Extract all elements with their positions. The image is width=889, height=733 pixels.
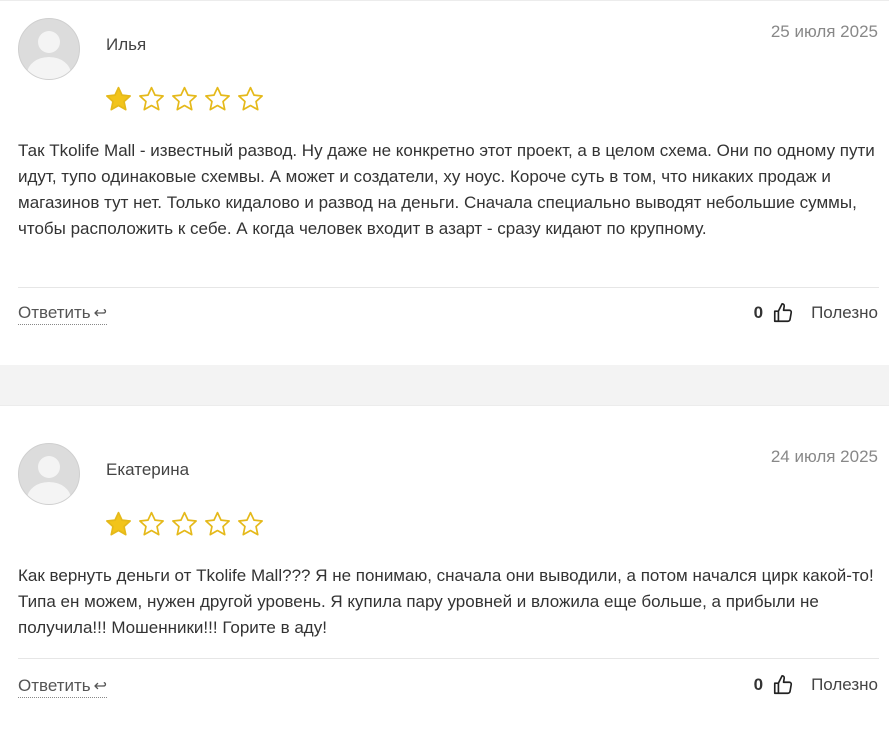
rating-stars xyxy=(104,510,265,539)
reply-label: Ответить xyxy=(18,303,91,322)
useful-label: Полезно xyxy=(811,303,878,322)
star-filled-icon xyxy=(106,511,131,536)
star-empty-icon xyxy=(205,86,230,111)
star-empty-icon xyxy=(205,511,230,536)
review-author: Екатерина xyxy=(106,460,190,479)
review-text: Так Tkolife Mall - известный развод. Ну … xyxy=(18,141,875,238)
like-count: 0 xyxy=(753,303,764,322)
avatar xyxy=(18,18,80,80)
like-count: 0 xyxy=(753,675,764,694)
review-date: 25 июля 2025 xyxy=(770,22,878,41)
star-empty-icon xyxy=(139,511,164,536)
thumbs-up-icon[interactable] xyxy=(772,674,794,696)
useful-votes: 0 Полезно xyxy=(754,302,878,324)
review-date: 24 июля 2025 xyxy=(770,447,878,466)
reply-button[interactable]: Ответить ↩ xyxy=(18,676,108,698)
reply-arrow-icon: ↩ xyxy=(93,305,108,322)
star-empty-icon xyxy=(238,86,263,111)
review-author: Илья xyxy=(106,35,147,54)
review-card: Екатерина 24 июля 2025 Как вернуть деньг… xyxy=(0,405,889,733)
star-filled-icon xyxy=(106,86,131,111)
star-empty-icon xyxy=(139,86,164,111)
reply-label: Ответить xyxy=(18,676,91,695)
divider xyxy=(18,287,879,288)
rating-stars xyxy=(104,85,265,114)
review-card: Илья 25 июля 2025 Так Tkolife Mall - изв… xyxy=(0,0,889,365)
star-empty-icon xyxy=(172,511,197,536)
useful-label: Полезно xyxy=(811,675,878,694)
useful-votes: 0 Полезно xyxy=(754,674,878,696)
review-text: Как вернуть деньги от Tkolife Mall??? Я … xyxy=(18,566,874,637)
star-empty-icon xyxy=(172,86,197,111)
reply-arrow-icon: ↩ xyxy=(93,678,108,695)
divider xyxy=(18,658,879,659)
star-empty-icon xyxy=(238,511,263,536)
thumbs-up-icon[interactable] xyxy=(772,302,794,324)
reply-button[interactable]: Ответить ↩ xyxy=(18,303,108,325)
avatar xyxy=(18,443,80,505)
